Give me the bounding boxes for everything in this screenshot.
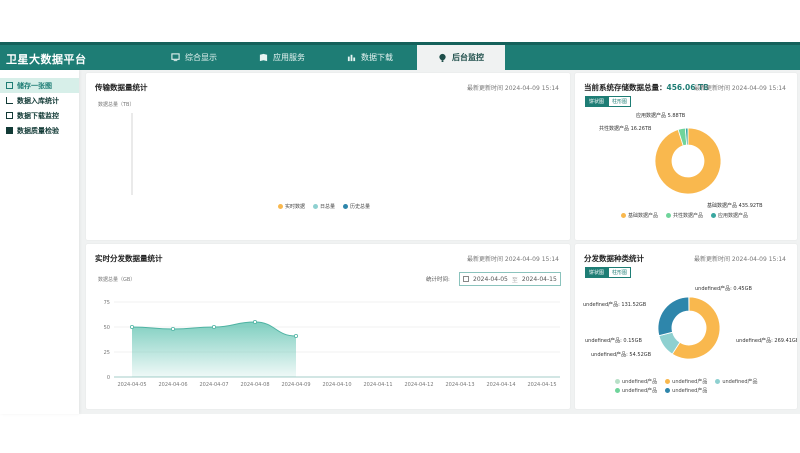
- sidebar-item-label: 数据入库统计: [17, 96, 59, 105]
- service-icon: [259, 53, 268, 62]
- legend-item[interactable]: undefined产品: [715, 378, 758, 385]
- monitor-icon: [439, 53, 446, 62]
- x-tick-label: 2024-04-07: [199, 382, 228, 388]
- y-tick-label: 25: [104, 350, 110, 356]
- checkbox-icon: [6, 82, 13, 89]
- x-tick-label: 2024-04-10: [322, 382, 351, 388]
- list-icon: [6, 127, 13, 134]
- x-tick-label: 2024-04-08: [240, 382, 269, 388]
- slice-label: 基础数据产品 435.92TB: [707, 202, 763, 209]
- legend-item[interactable]: 应用数据产品: [711, 212, 748, 219]
- app-frame: 卫星大数据平台 综合显示 应用服务 数据下载 后台监控 储存一张图 数据入库统计…: [0, 42, 800, 414]
- y-tick-label: 50: [104, 325, 110, 331]
- slice-label: undefined产品: 54.52GB: [591, 351, 652, 358]
- x-tick-label: 2024-04-11: [363, 382, 392, 388]
- realtime-distribution-panel: 实时分发数据量统计 最新更新时间 2024-04-09 15:14 统计时间: …: [86, 244, 570, 409]
- data-point[interactable]: [171, 327, 176, 332]
- nav-item-display[interactable]: 综合显示: [150, 45, 238, 70]
- main-nav: 综合显示 应用服务 数据下载 后台监控: [150, 45, 505, 70]
- slice-label: 共性数据产品 16.26TB: [599, 125, 652, 132]
- x-tick-label: 2024-04-14: [486, 382, 515, 388]
- sidebar-item-label: 数据质量检验: [17, 126, 59, 135]
- category-stats-panel: 分发数据种类统计 最新更新时间 2024-04-09 15:14 饼状图 柱形图…: [575, 244, 797, 409]
- data-point[interactable]: [252, 320, 257, 325]
- slice-label: undefined产品: 269.41GB: [736, 337, 797, 344]
- nav-label: 综合显示: [185, 53, 217, 62]
- nav-item-service[interactable]: 应用服务: [238, 45, 326, 70]
- slice-label: 应用数据产品 5.88TB: [636, 112, 686, 119]
- slice-label: undefined产品: 131.52GB: [583, 301, 647, 308]
- storage-total-panel: 当前系统存储数据总量：456.06 TB 最新更新时间 2024-04-09 1…: [575, 73, 797, 240]
- chart-legend: undefined产品 undefined产品 undefined产品 unde…: [615, 378, 775, 394]
- legend-item[interactable]: 基础数据产品: [621, 212, 658, 219]
- transfer-stats-panel: 传输数据量统计 最新更新时间 2024-04-09 15:14 数据总量（TB）…: [86, 73, 570, 240]
- sidebar-item-label: 储存一张图: [17, 81, 52, 90]
- nav-label: 应用服务: [273, 53, 305, 62]
- y-tick-label: 75: [104, 300, 110, 306]
- slice-label: undefined产品: 0.45GB: [695, 285, 752, 292]
- x-tick-label: 2024-04-13: [445, 382, 474, 388]
- nav-label: 数据下载: [361, 53, 393, 62]
- legend-item[interactable]: undefined产品: [615, 378, 657, 385]
- legend-item[interactable]: undefined产品: [615, 387, 657, 394]
- realtime-area-chart: 0 25 50 75 2024-04-05 2024-04-06 2024-04-07 202…: [104, 300, 560, 388]
- nav-item-monitor[interactable]: 后台监控: [417, 45, 505, 70]
- x-tick-label: 2024-04-15: [527, 382, 556, 388]
- x-tick-label: 2024-04-09: [281, 382, 310, 388]
- nav-item-download[interactable]: 数据下载: [326, 45, 414, 70]
- document-icon: [6, 112, 13, 119]
- legend-item-daily[interactable]: 日总量: [313, 203, 335, 210]
- display-icon: [171, 53, 180, 62]
- donut-slice[interactable]: [657, 296, 690, 337]
- legend-item[interactable]: undefined产品: [665, 387, 707, 394]
- slice-label: undefined产品: 0.15GB: [585, 337, 642, 344]
- bar-chart-icon: [6, 97, 13, 104]
- x-tick-label: 2024-04-05: [117, 382, 146, 388]
- legend-item[interactable]: 共性数据产品: [666, 212, 703, 219]
- nav-label: 后台监控: [452, 53, 484, 62]
- app-title: 卫星大数据平台: [6, 53, 87, 66]
- legend-item[interactable]: undefined产品: [665, 378, 707, 385]
- sidebar-item-quality-check[interactable]: 数据质量检验: [0, 123, 79, 138]
- top-bar: 卫星大数据平台 综合显示 应用服务 数据下载 后台监控: [0, 42, 800, 70]
- data-point[interactable]: [212, 325, 217, 330]
- sidebar-item-label: 数据下载监控: [17, 111, 59, 120]
- chart-icon: [347, 54, 356, 62]
- legend-item-realtime[interactable]: 实时数据: [278, 203, 305, 210]
- x-tick-label: 2024-04-06: [158, 382, 187, 388]
- chart-legend: 基础数据产品 共性数据产品 应用数据产品: [621, 212, 748, 219]
- area-fill: [132, 322, 296, 377]
- chart-legend: 实时数据 日总量 历史总量: [278, 203, 370, 210]
- sidebar-item-ingest-stats[interactable]: 数据入库统计: [0, 93, 79, 108]
- x-tick-label: 2024-04-12: [404, 382, 433, 388]
- y-tick-label: 0: [107, 375, 110, 381]
- transfer-chart: [131, 113, 133, 195]
- data-point[interactable]: [293, 334, 298, 339]
- data-point[interactable]: [130, 325, 135, 330]
- legend-item-history[interactable]: 历史总量: [343, 203, 370, 210]
- sidebar-item-storage-map[interactable]: 储存一张图: [0, 78, 79, 93]
- sidebar-item-download-monitor[interactable]: 数据下载监控: [0, 108, 79, 123]
- sidebar: 储存一张图 数据入库统计 数据下载监控 数据质量检验: [0, 70, 79, 414]
